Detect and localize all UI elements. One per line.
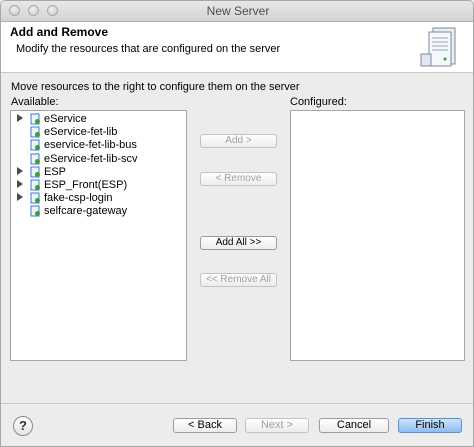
wizard-header: Add and Remove Modify the resources that… bbox=[1, 22, 473, 73]
configured-label: Configured: bbox=[290, 96, 347, 108]
configured-list[interactable] bbox=[290, 110, 465, 361]
instruction-text: Move resources to the right to configure… bbox=[11, 81, 300, 93]
finish-button[interactable]: Finish bbox=[398, 418, 462, 433]
cancel-button[interactable]: Cancel bbox=[319, 418, 389, 433]
list-item-label: ESP_Front(ESP) bbox=[44, 179, 128, 191]
page-description: Modify the resources that are configured… bbox=[16, 43, 281, 55]
expand-triangle-icon[interactable] bbox=[17, 193, 23, 202]
remove-button[interactable]: < Remove bbox=[200, 172, 277, 186]
web-module-icon bbox=[30, 126, 40, 138]
help-button[interactable]: ? bbox=[13, 416, 33, 436]
page-title: Add and Remove bbox=[10, 25, 109, 39]
footer-divider bbox=[1, 403, 473, 404]
list-item-label: eService-fet-lib-scv bbox=[44, 152, 138, 165]
back-button[interactable]: < Back bbox=[173, 418, 237, 433]
add-button[interactable]: Add > bbox=[200, 134, 277, 148]
list-item-label: eservice-fet-lib-bus bbox=[44, 139, 137, 152]
available-list[interactable]: eService eService-fet-lib eservice-fet-lib… bbox=[10, 110, 187, 361]
remove-all-button[interactable]: << Remove All bbox=[200, 273, 277, 287]
server-icon bbox=[420, 27, 456, 67]
web-module-icon bbox=[30, 205, 40, 217]
window-title: New Server bbox=[206, 4, 270, 18]
web-module-icon bbox=[30, 166, 40, 178]
list-item-label: selfcare-gateway bbox=[44, 205, 128, 218]
list-item-label: fake-csp-login bbox=[44, 192, 113, 205]
add-all-button[interactable]: Add All >> bbox=[200, 236, 277, 250]
new-server-dialog: New Server Add and Remove Modify the res… bbox=[0, 0, 474, 447]
title-bar[interactable]: New Server bbox=[1, 1, 473, 22]
next-button[interactable]: Next > bbox=[245, 418, 309, 433]
web-module-icon bbox=[30, 139, 40, 151]
web-module-icon bbox=[30, 153, 40, 165]
expand-triangle-icon[interactable] bbox=[17, 166, 23, 175]
list-item-label: eService-fet-lib bbox=[44, 126, 118, 139]
available-label: Available: bbox=[11, 96, 59, 108]
web-module-icon bbox=[30, 113, 40, 125]
list-item-label: eService bbox=[44, 113, 87, 125]
web-module-icon bbox=[30, 179, 40, 191]
web-module-icon bbox=[30, 192, 40, 204]
expand-triangle-icon[interactable] bbox=[17, 180, 23, 188]
expand-triangle-icon[interactable] bbox=[17, 114, 23, 122]
list-item-label: ESP bbox=[44, 165, 67, 178]
